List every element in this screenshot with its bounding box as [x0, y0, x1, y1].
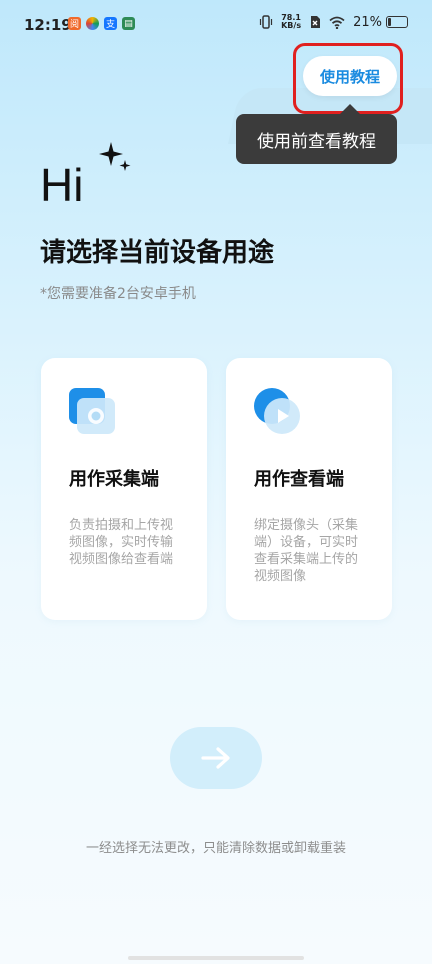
status-indicators: 78.1 KB/s 21% — [259, 14, 408, 30]
alipay-icon: 支 — [104, 17, 117, 30]
card-title: 用作查看端 — [254, 469, 344, 490]
page-subtitle: *您需要准备2台安卓手机 — [40, 286, 196, 302]
net-speed: 78.1 KB/s — [281, 14, 301, 30]
net-speed-unit: KB/s — [281, 21, 302, 30]
footer-note: 一经选择无法更改，只能清除数据或卸载重装 — [85, 841, 346, 856]
no-sim-icon — [311, 16, 321, 28]
arrow-right-icon — [201, 747, 230, 769]
battery: 21% — [353, 15, 408, 30]
capture-mode-card[interactable]: 用作采集端 负责拍摄和上传视频图像，实时传输视频图像给查看端 — [41, 358, 207, 620]
capture-icon — [69, 388, 115, 434]
vibrate-icon — [260, 15, 273, 29]
wifi-icon — [329, 16, 345, 29]
card-title: 用作采集端 — [69, 469, 159, 490]
status-time: 12:19 — [24, 16, 72, 34]
home-indicator[interactable] — [128, 956, 304, 960]
tutorial-tooltip: 使用前查看教程 — [236, 114, 397, 164]
colorful-app-icon — [86, 17, 99, 30]
news-app-icon: 阅 — [68, 17, 81, 30]
next-button[interactable] — [170, 727, 262, 789]
viewer-icon — [254, 388, 300, 434]
sparkle-icon — [99, 142, 131, 171]
status-app-icons: 阅 支 ▤ — [68, 17, 135, 30]
viewer-mode-card[interactable]: 用作查看端 绑定摄像头（采集端）设备，可实时查看采集端上传的视频图像 — [226, 358, 392, 620]
wallet-icon: ▤ — [122, 17, 135, 30]
card-description: 绑定摄像头（采集端）设备，可实时查看采集端上传的视频图像 — [254, 518, 359, 584]
battery-icon — [386, 16, 408, 28]
page-title: 请选择当前设备用途 — [40, 238, 275, 268]
tooltip-arrow — [340, 104, 360, 114]
greeting: Hi — [40, 159, 84, 211]
card-description: 负责拍摄和上传视频图像，实时传输视频图像给查看端 — [69, 518, 174, 567]
battery-percent: 21% — [353, 14, 382, 30]
